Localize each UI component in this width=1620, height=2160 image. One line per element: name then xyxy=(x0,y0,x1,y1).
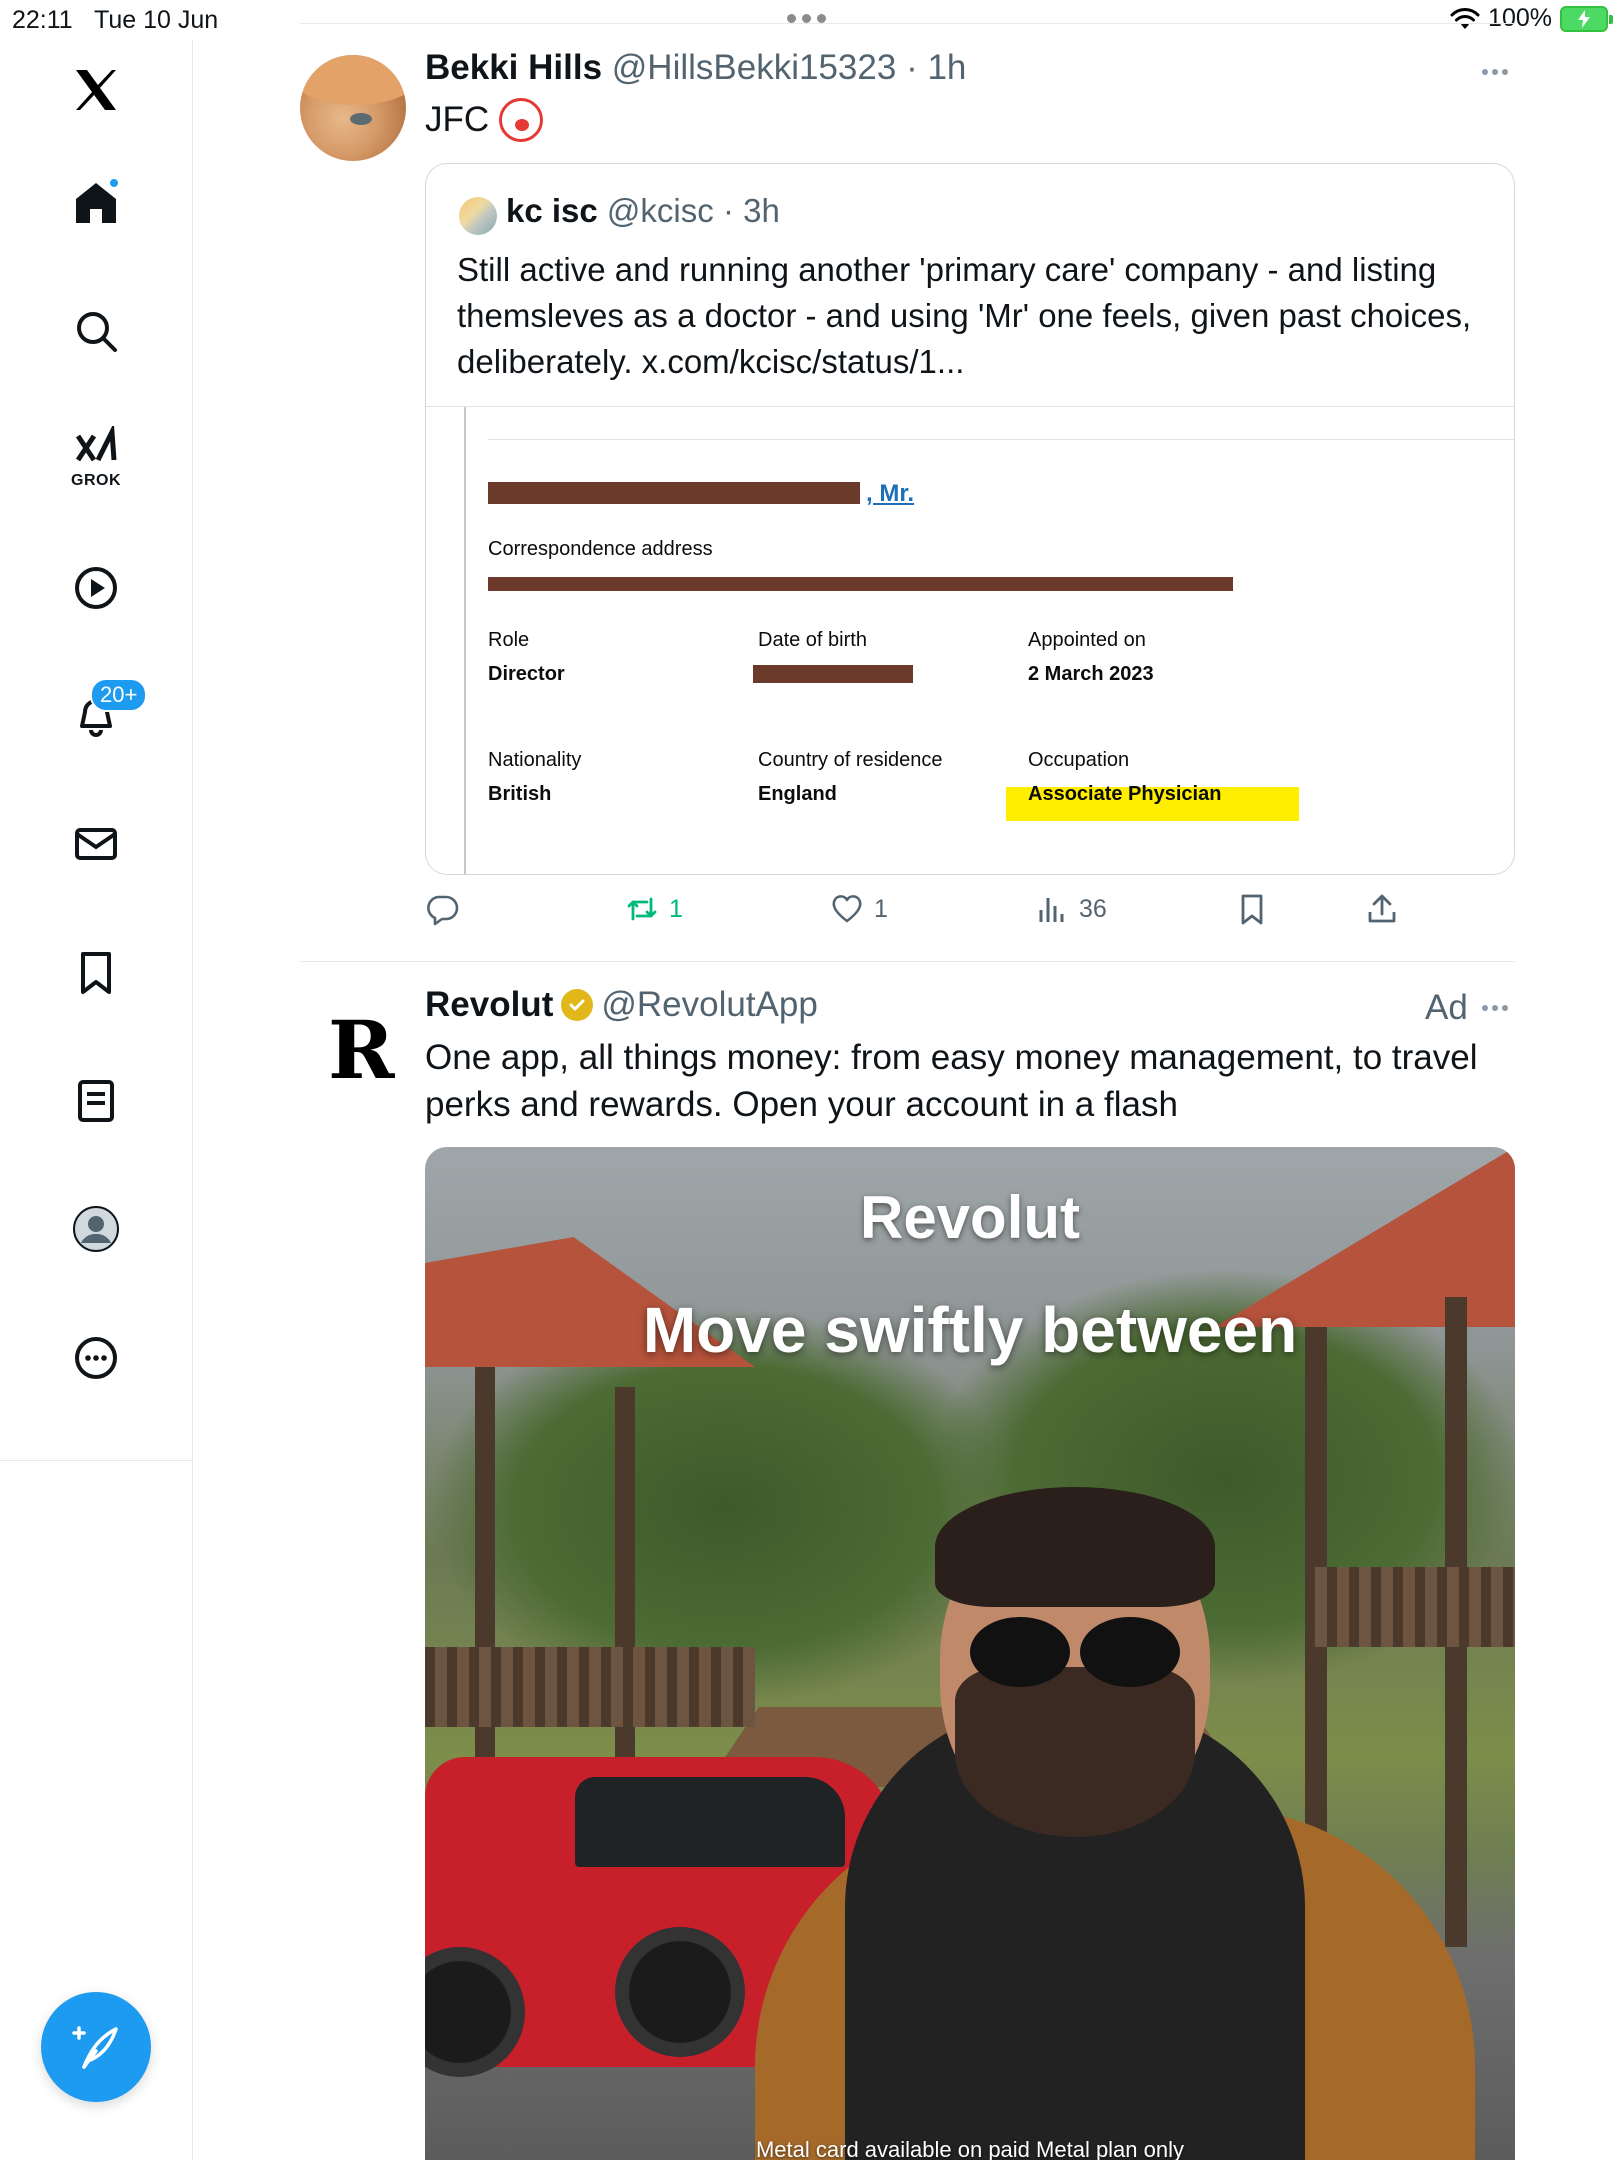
sidebar-item-grok[interactable]: GROK xyxy=(56,420,136,500)
tweet-time[interactable]: 1h xyxy=(927,48,966,87)
quote-avatar xyxy=(459,197,497,235)
sidebar-item-video[interactable] xyxy=(56,548,136,628)
status-date: Tue 10 Jun xyxy=(94,6,219,34)
quote-author-name: kc isc xyxy=(506,192,598,229)
video-play-icon xyxy=(75,567,117,609)
like-count: 1 xyxy=(874,894,888,923)
status-indicators: 100% xyxy=(1450,4,1613,33)
sidebar-item-search[interactable] xyxy=(56,291,136,371)
tweet-divider xyxy=(300,961,1515,962)
views-count: 36 xyxy=(1079,894,1107,923)
x-logo-icon[interactable] xyxy=(56,50,136,130)
occupation-label: Occupation xyxy=(1028,749,1130,771)
ad-video[interactable]: Revolut Move swiftly between Metal card … xyxy=(425,1147,1515,2160)
reply-button[interactable] xyxy=(425,892,469,926)
quote-author-handle: @kcisc xyxy=(606,192,714,229)
share-button[interactable] xyxy=(1365,892,1399,926)
avatar[interactable] xyxy=(300,55,406,161)
sidebar-divider xyxy=(0,1460,193,1461)
compose-icon xyxy=(72,2026,118,2069)
tweet-actions: 1 1 36 xyxy=(425,892,1515,932)
ad-label: Ad xyxy=(1425,988,1468,1027)
sidebar-item-profile[interactable] xyxy=(56,1189,136,1269)
battery-icon xyxy=(1560,5,1613,32)
sidebar-item-more[interactable] xyxy=(56,1318,136,1398)
bookmark-button[interactable] xyxy=(1235,892,1269,926)
sidebar-item-home[interactable] xyxy=(56,163,136,243)
quote-text: Still active and running another 'primar… xyxy=(457,251,1472,380)
more-options-icon[interactable] xyxy=(1482,1005,1508,1011)
mail-icon xyxy=(75,828,117,860)
views-button[interactable]: 36 xyxy=(1035,892,1107,926)
quote-document-image[interactable]: , Mr. Correspondence address Role Direct… xyxy=(426,406,1514,874)
status-time: 22:11 xyxy=(12,6,73,34)
ad-disclaimer: Metal card available on paid Metal plan … xyxy=(755,2137,1185,2160)
correspondence-label: Correspondence address xyxy=(488,538,713,560)
retweet-icon xyxy=(627,897,657,921)
more-icon xyxy=(75,1337,117,1379)
clown-emoji-icon xyxy=(499,98,544,142)
tweet-text: One app, all things money: from easy mon… xyxy=(425,1038,1478,1124)
author-name[interactable]: Revolut xyxy=(425,985,553,1025)
quoted-tweet[interactable]: kc isc @kcisc · 3h Still active and runn… xyxy=(425,163,1515,875)
wifi-icon xyxy=(1450,7,1480,29)
sidebar-item-bookmarks[interactable] xyxy=(56,933,136,1013)
lists-icon xyxy=(78,1080,114,1122)
sidebar-item-messages[interactable] xyxy=(56,804,136,884)
sidebar: GROK 20+ xyxy=(0,40,193,2160)
quote-time: 3h xyxy=(743,192,780,229)
nationality-label: Nationality xyxy=(488,749,582,771)
tweet-header: Revolut @RevolutApp xyxy=(425,985,818,1025)
profile-icon xyxy=(73,1206,119,1252)
tweet-text: JFC xyxy=(425,98,544,142)
ad-brand-text: Revolut xyxy=(859,1184,1081,1251)
role-value: Director xyxy=(488,663,565,685)
sidebar-item-notifications[interactable]: 20+ xyxy=(56,676,148,756)
role-label: Role xyxy=(488,629,530,651)
author-name[interactable]: Bekki Hills xyxy=(425,48,602,87)
retweet-count: 1 xyxy=(669,894,683,923)
revolut-logo-icon[interactable]: R xyxy=(328,1010,394,1090)
bookmark-icon xyxy=(81,952,111,994)
redacted-dob xyxy=(753,665,913,683)
nationality-value: British xyxy=(488,783,552,805)
heart-icon xyxy=(832,895,862,923)
top-divider xyxy=(300,23,1515,24)
views-icon xyxy=(1039,898,1064,922)
multitasking-dots-icon[interactable] xyxy=(787,14,826,23)
search-icon xyxy=(77,312,117,352)
unread-dot xyxy=(108,177,120,189)
appointed-label: Appointed on xyxy=(1028,629,1146,651)
tweet-header: Bekki Hills @HillsBekki15323 · 1h xyxy=(425,48,967,87)
more-options-icon[interactable] xyxy=(1482,69,1508,75)
grok-icon xyxy=(75,426,117,462)
notification-badge: 20+ xyxy=(90,678,148,712)
residence-label: Country of residence xyxy=(758,749,943,771)
author-handle[interactable]: @RevolutApp xyxy=(601,985,817,1025)
residence-value: England xyxy=(758,783,837,805)
redacted-address xyxy=(488,577,1233,591)
bookmark-icon xyxy=(1241,894,1263,925)
tweet-text-content: JFC xyxy=(425,100,490,139)
grok-label: GROK xyxy=(71,472,121,489)
occupation-value: Associate Physician xyxy=(1028,783,1222,805)
quote-header: kc isc @kcisc · 3h xyxy=(506,192,780,229)
retweet-button[interactable]: 1 xyxy=(625,892,683,926)
status-bar: 22:11 Tue 10 Jun 100% xyxy=(0,0,1620,40)
author-handle[interactable]: @HillsBekki15323 xyxy=(612,48,897,87)
reply-icon xyxy=(427,895,459,926)
compose-button[interactable] xyxy=(41,1992,151,2102)
ad-headline: Move swiftly between xyxy=(642,1294,1298,1366)
appointed-value: 2 March 2023 xyxy=(1028,663,1154,685)
redacted-name xyxy=(488,482,860,504)
battery-percent: 100% xyxy=(1488,4,1552,32)
like-button[interactable]: 1 xyxy=(830,892,888,926)
sidebar-item-lists[interactable] xyxy=(56,1061,136,1141)
dob-label: Date of birth xyxy=(758,629,867,651)
verified-badge-icon xyxy=(561,989,594,1021)
document-name-suffix: , Mr. xyxy=(866,480,915,507)
share-icon xyxy=(1368,894,1396,923)
